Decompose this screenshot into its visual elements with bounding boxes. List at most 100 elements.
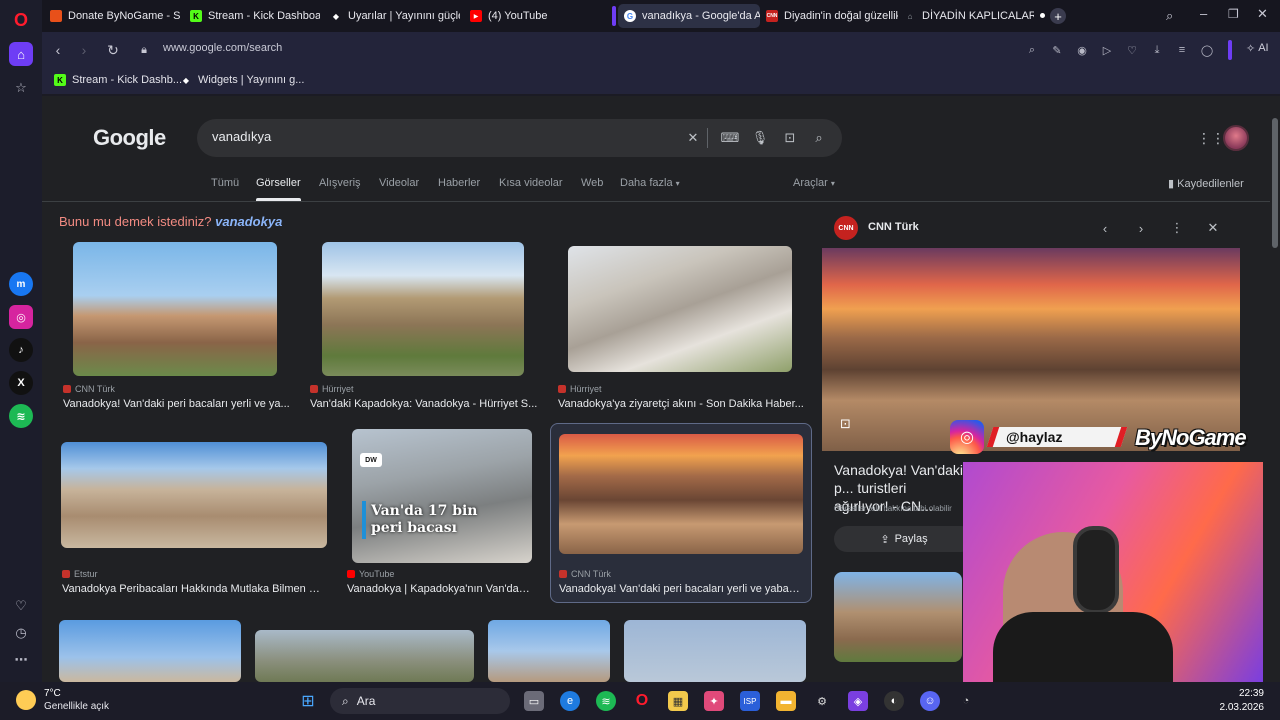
result-thumbnail[interactable] (559, 434, 803, 554)
tab-kick-dashboard[interactable]: K Stream - Kick Dashboard (184, 4, 320, 28)
result-thumbnail[interactable]: DW Van'da 17 bin peri bacası (352, 429, 532, 563)
page-scrollbar[interactable] (1270, 96, 1280, 682)
tab-more[interactable]: Daha fazla ▾ (620, 177, 680, 189)
isp-icon[interactable]: ISP (740, 691, 760, 711)
keyboard-icon[interactable]: ⌨ (721, 130, 740, 146)
search-icon[interactable]: ⌕ (811, 130, 827, 146)
tiktok-icon[interactable]: ♪ (9, 338, 33, 362)
tab-shopping[interactable]: Alışveriş (319, 177, 361, 189)
close-panel-icon[interactable]: ✕ (1205, 220, 1221, 236)
aria-ai-button[interactable]: ✧ AI (1246, 42, 1269, 55)
minimize-button[interactable]: – (1200, 6, 1207, 21)
tab-videos[interactable]: Videolar (379, 177, 419, 189)
saved-button[interactable]: ▮ Kaydedilenler (1168, 177, 1244, 190)
scrollbar-thumb[interactable] (1272, 118, 1278, 248)
edit-icon[interactable]: ✎ (1049, 42, 1065, 58)
search-input[interactable] (212, 129, 692, 144)
store-icon[interactable]: ▦ (668, 691, 688, 711)
spotify-icon[interactable]: ≋ (596, 691, 616, 711)
reload-button[interactable]: ↻ (103, 40, 123, 60)
opera-icon[interactable]: O (632, 691, 652, 711)
more-icon[interactable]: ⋯ (9, 648, 33, 672)
clear-icon[interactable]: ✕ (685, 130, 701, 146)
file-explorer-icon[interactable]: ▬ (776, 691, 796, 711)
task-view-icon[interactable]: ▭ (524, 691, 544, 711)
image-result[interactable]: DW Van'da 17 bin peri bacası YouTube Van… (345, 428, 535, 600)
tab-bynogame[interactable]: Donate ByNoGame - Strea (44, 4, 180, 28)
tab-youtube[interactable]: ▶ (4) YouTube (464, 4, 574, 28)
tab-news[interactable]: Haberler (438, 177, 480, 189)
search-page-icon[interactable]: ⌕ (1024, 42, 1040, 58)
result-title[interactable]: Vanadokya! Van'daki peri bacaları yerli … (559, 583, 803, 595)
result-title[interactable]: Van'daki Kapadokya: Vanadokya - Hürriyet… (310, 398, 538, 410)
opera-logo-icon[interactable]: O (9, 8, 33, 32)
discord-icon[interactable]: ☺ (920, 691, 940, 711)
related-thumbnail[interactable] (834, 572, 962, 662)
system-clock[interactable]: 22:39 2.03.2026 (1220, 687, 1265, 715)
messenger-icon[interactable]: m (9, 272, 33, 296)
bookmark-kick-dashboard[interactable]: K Stream - Kick Dashb... (54, 74, 182, 86)
result-thumbnail[interactable] (255, 630, 474, 682)
url-field[interactable]: www.google.com/search (163, 42, 282, 54)
lens-icon[interactable]: ⊡ (782, 130, 798, 146)
pinboard-icon[interactable]: ☆ (9, 76, 33, 100)
forward-button[interactable]: › (74, 40, 94, 60)
bookmark-widgets[interactable]: ◆ Widgets | Yayınını g... (180, 74, 304, 86)
result-thumbnail[interactable] (624, 620, 806, 682)
image-result[interactable]: Hürriyet Vanadokya'ya ziyaretçi akını - … (556, 240, 806, 415)
result-thumbnail[interactable] (59, 620, 241, 682)
game-app-icon[interactable]: ◈ (848, 691, 868, 711)
edge-icon[interactable]: e (560, 691, 580, 711)
suggestion-link[interactable]: vanadokya (215, 214, 282, 229)
favorite-icon[interactable]: ♡ (1124, 42, 1140, 58)
tab-diyadin-kaplicalari[interactable]: ⌂ DİYADİN KAPLICALARI | K (898, 4, 1034, 28)
x-twitter-icon[interactable]: X (9, 371, 33, 395)
tab-widgets[interactable]: ◆ Uyarılar | Yayınını güçlendi (324, 4, 460, 28)
settings-icon[interactable]: ⚙ (812, 691, 832, 711)
tab-cnn-diyadin[interactable]: CNN Diyadin'in doğal güzellikle (760, 4, 898, 28)
result-thumbnail[interactable] (568, 246, 792, 372)
result-title[interactable]: Vanadokya'ya ziyaretçi akını - Son Dakik… (558, 398, 804, 410)
result-thumbnail[interactable] (322, 242, 524, 376)
tab-short-videos[interactable]: Kısa videolar (499, 177, 563, 189)
result-thumbnail[interactable] (73, 242, 277, 376)
microphone-icon[interactable]: 🎙︎ (752, 130, 769, 146)
heart-icon[interactable]: ♡ (9, 594, 33, 618)
image-result[interactable]: Hürriyet Van'daki Kapadokya: Vanadokya -… (308, 240, 540, 415)
play-icon[interactable]: ▷ (1099, 42, 1115, 58)
more-options-icon[interactable]: ⋮ (1169, 220, 1185, 236)
result-thumbnail[interactable] (488, 620, 610, 682)
new-tab-button[interactable]: + (1050, 8, 1066, 24)
download-icon[interactable]: ⤓ (1149, 42, 1165, 58)
tab-web[interactable]: Web (581, 177, 603, 189)
camera-icon[interactable]: ◉ (1074, 42, 1090, 58)
instagram-icon[interactable]: ◎ (9, 305, 33, 329)
tab-images[interactable]: Görseller (256, 177, 301, 201)
spotify-icon[interactable]: ≋ (9, 404, 33, 428)
result-title[interactable]: Vanadokya | Kapadokya'nın Van'daki... (347, 583, 533, 595)
share-button[interactable]: ⇪ Paylaş (834, 526, 974, 552)
profile-icon[interactable]: ◯ (1199, 42, 1215, 58)
history-icon[interactable]: ◷ (9, 621, 33, 645)
taskbar-search[interactable]: ⌕ Ara (330, 688, 510, 714)
google-logo[interactable]: Google (93, 125, 166, 151)
start-windows-icon[interactable]: ⊞ (298, 691, 318, 711)
next-icon[interactable]: › (1133, 220, 1149, 236)
image-result[interactable]: CNN Türk Vanadokya! Van'daki peri bacala… (60, 240, 292, 415)
panel-source[interactable]: CNN Türk (868, 221, 919, 233)
search-box[interactable]: ✕ ⌨ 🎙︎ ⊡ ⌕ (197, 119, 842, 157)
previous-icon[interactable]: ‹ (1097, 220, 1113, 236)
weather-widget[interactable]: 7°C Genellikle açık (16, 687, 109, 713)
search-tabs-icon[interactable]: ⌕ (1166, 8, 1173, 24)
maximize-button[interactable]: ❐ (1228, 7, 1239, 21)
result-thumbnail[interactable] (61, 442, 327, 548)
tab-google-search[interactable]: G vanadıkya - Google'da Ara (618, 4, 760, 28)
lens-search-icon[interactable]: ⊡ (840, 416, 858, 434)
home-icon[interactable]: ⌂ (9, 42, 33, 66)
obs-icon[interactable]: ◐ (884, 691, 904, 711)
tools-button[interactable]: Araçlar ▾ (793, 177, 835, 189)
app-icon[interactable]: ✦ (704, 691, 724, 711)
steam-icon[interactable]: ◔ (956, 691, 976, 711)
back-button[interactable]: ‹ (48, 40, 68, 60)
account-avatar[interactable] (1223, 125, 1249, 151)
